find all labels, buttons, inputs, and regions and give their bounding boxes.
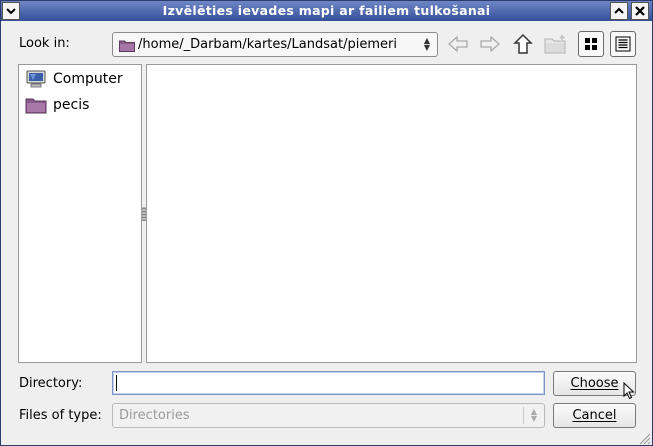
- new-folder-icon: [544, 35, 566, 54]
- file-chooser-dialog: Izvēlēties ievades mapi ar failiem tulko…: [0, 0, 653, 446]
- text-caret: [116, 375, 117, 391]
- chevron-down-icon: [6, 8, 16, 15]
- arrow-left-icon: [448, 35, 468, 53]
- place-label: pecis: [53, 97, 90, 113]
- window-menu-button[interactable]: [2, 2, 20, 20]
- look-in-label: Look in:: [19, 36, 70, 51]
- place-item-computer[interactable]: Computer: [25, 68, 141, 90]
- look-in-path: /home/_Darbam/kartes/Landsat/piemeri: [138, 37, 397, 52]
- combo-spin-icon: ▲ ▼: [423, 36, 431, 52]
- up-button[interactable]: [510, 31, 536, 57]
- back-button[interactable]: [445, 31, 471, 57]
- chevron-up-icon: [614, 7, 624, 14]
- grid-view-icon: [585, 38, 597, 50]
- arrow-right-icon: [480, 35, 500, 53]
- close-icon: [635, 6, 645, 16]
- combo-spin-icon: ▲ ▼: [530, 407, 538, 423]
- list-view-icon: [615, 36, 631, 52]
- files-of-type-label: Files of type:: [19, 408, 102, 423]
- icon-view-button[interactable]: [578, 31, 604, 57]
- forward-button[interactable]: [477, 31, 503, 57]
- mouse-pointer-icon: [623, 382, 635, 400]
- resize-grip-icon[interactable]: [637, 431, 651, 445]
- choose-button-label: Choose: [570, 376, 619, 391]
- folder-icon: [119, 40, 135, 52]
- directory-input[interactable]: [112, 371, 545, 395]
- place-label: Computer: [53, 71, 123, 87]
- new-folder-button[interactable]: [543, 31, 569, 57]
- files-of-type-value: Directories: [119, 408, 190, 423]
- place-item-pecis[interactable]: pecis: [25, 94, 141, 116]
- arrow-up-icon: [513, 33, 533, 54]
- list-view-button[interactable]: [610, 31, 636, 57]
- folder-icon: [25, 98, 47, 114]
- close-button[interactable]: [631, 2, 649, 20]
- file-list-pane[interactable]: [146, 64, 637, 363]
- directory-label: Directory:: [19, 376, 83, 391]
- window-title: Izvēlēties ievades mapi ar failiem tulko…: [162, 3, 491, 18]
- maximize-button[interactable]: [610, 2, 628, 20]
- computer-icon: [26, 70, 46, 88]
- cancel-button-label: Cancel: [572, 408, 617, 423]
- title-bar[interactable]: Izvēlēties ievades mapi ar failiem tulko…: [1, 1, 652, 21]
- look-in-combo[interactable]: /home/_Darbam/kartes/Landsat/piemeri ▲ ▼: [112, 32, 438, 57]
- cancel-button[interactable]: Cancel: [553, 403, 636, 428]
- files-of-type-combo[interactable]: Directories ▲ ▼: [112, 403, 545, 428]
- combo-separator: [523, 407, 524, 424]
- places-sidebar: Computer pecis: [18, 64, 142, 363]
